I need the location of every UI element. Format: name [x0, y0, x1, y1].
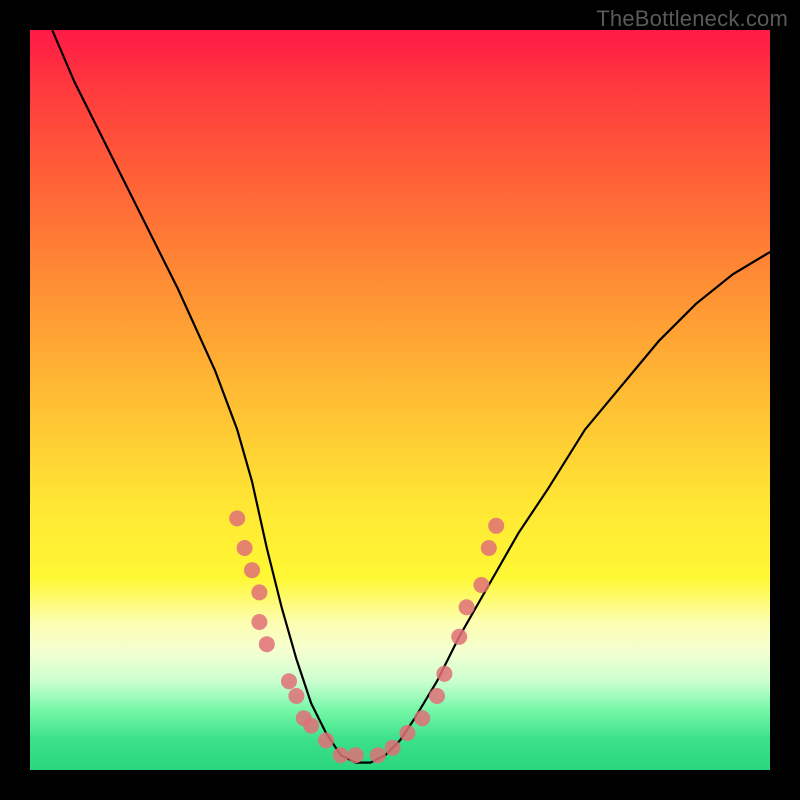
data-point: [481, 540, 497, 556]
chart-svg: [30, 30, 770, 770]
plot-area: [30, 30, 770, 770]
scatter-left: [229, 510, 363, 763]
data-point: [451, 629, 467, 645]
data-point: [229, 510, 245, 526]
data-point: [429, 688, 445, 704]
data-point: [333, 747, 349, 763]
data-point: [370, 747, 386, 763]
data-point: [251, 584, 267, 600]
data-point: [414, 710, 430, 726]
data-point: [385, 740, 401, 756]
data-point: [288, 688, 304, 704]
data-point: [318, 732, 334, 748]
data-point: [473, 577, 489, 593]
data-point: [488, 518, 504, 534]
watermark-text: TheBottleneck.com: [596, 6, 788, 32]
data-point: [303, 718, 319, 734]
chart-frame: TheBottleneck.com: [0, 0, 800, 800]
data-point: [459, 599, 475, 615]
data-point: [251, 614, 267, 630]
bottleneck-curve: [52, 30, 770, 763]
data-point: [244, 562, 260, 578]
data-point: [399, 725, 415, 741]
data-point: [281, 673, 297, 689]
data-point: [259, 636, 275, 652]
data-point: [237, 540, 253, 556]
data-point: [348, 747, 364, 763]
data-point: [436, 666, 452, 682]
scatter-right: [370, 518, 504, 763]
